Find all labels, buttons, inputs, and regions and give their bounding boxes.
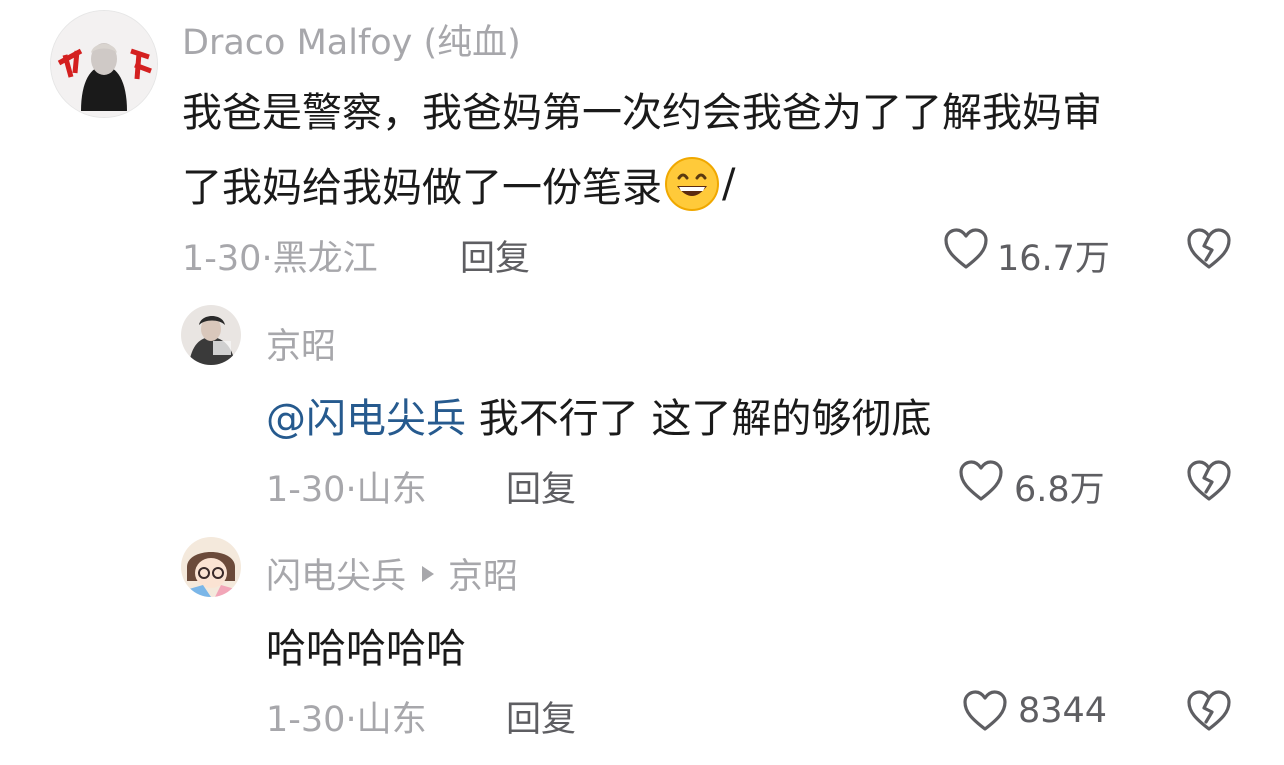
comment-meta: 1-30·山东 xyxy=(266,461,427,512)
comment-text: 哈哈哈哈哈 xyxy=(266,626,466,672)
like-count: 6.8万 xyxy=(1014,470,1105,510)
comment-author-line: 闪电尖兵 京昭 xyxy=(266,548,518,599)
play-triangle-icon xyxy=(420,564,436,584)
avatar-draco-image xyxy=(51,11,157,117)
meta-dot: · xyxy=(345,470,357,510)
comment-meta: 1-30·黑龙江 xyxy=(182,230,378,281)
comment-date: 1-30 xyxy=(266,700,346,740)
comment-date: 1-30 xyxy=(266,470,346,510)
reply-to-author[interactable]: 京昭 xyxy=(448,548,518,599)
comment-meta: 1-30·山东 xyxy=(266,691,427,742)
like-count: 8344 xyxy=(1018,691,1108,731)
comment-text: @闪电尖兵 我不行了 这了解的够彻底 xyxy=(266,386,931,444)
comment-text-line2: 了我妈给我妈做了一份笔录 / xyxy=(182,155,735,213)
comment-location: 山东 xyxy=(356,470,427,510)
meta-dot: · xyxy=(261,239,273,279)
avatar-shandianjianbing-image xyxy=(181,537,241,597)
comment-text-body: 我不行了 这了解的够彻底 xyxy=(466,396,932,442)
avatar-jingzhao-image xyxy=(181,305,241,365)
mention-link[interactable]: @闪电尖兵 xyxy=(266,396,466,442)
comment-author[interactable]: 京昭 xyxy=(266,318,336,369)
comment-location: 山东 xyxy=(356,700,427,740)
meta-dot: · xyxy=(345,700,357,740)
comment-date: 1-30 xyxy=(182,239,262,279)
broken-heart-icon[interactable] xyxy=(1186,688,1232,734)
heart-outline-icon[interactable] xyxy=(962,688,1008,734)
broken-heart-icon[interactable] xyxy=(1186,458,1232,504)
like-count: 16.7万 xyxy=(997,239,1110,279)
grinning-face-emoji-icon xyxy=(664,156,720,212)
avatar-shandianjianbing[interactable] xyxy=(181,537,241,597)
reply-button[interactable]: 回复 xyxy=(506,691,576,742)
comment-location: 黑龙江 xyxy=(272,239,378,279)
reply-button[interactable]: 回复 xyxy=(460,230,530,281)
broken-heart-icon[interactable] xyxy=(1186,226,1232,272)
comment-text-line2-suffix: / xyxy=(722,161,736,207)
heart-outline-icon[interactable] xyxy=(943,226,989,272)
comment-author[interactable]: Draco Malfoy (纯血) xyxy=(182,14,521,65)
comment-text: 我爸是警察，我爸妈第一次约会我爸为了了解我妈审 xyxy=(182,90,1102,136)
avatar-jingzhao[interactable] xyxy=(181,305,241,365)
heart-outline-icon[interactable] xyxy=(958,458,1004,504)
comment-author[interactable]: 闪电尖兵 xyxy=(266,548,406,599)
comment-text-line2-body: 了我妈给我妈做了一份笔录 xyxy=(182,165,662,211)
reply-button[interactable]: 回复 xyxy=(506,461,576,512)
avatar-draco[interactable] xyxy=(50,10,158,118)
